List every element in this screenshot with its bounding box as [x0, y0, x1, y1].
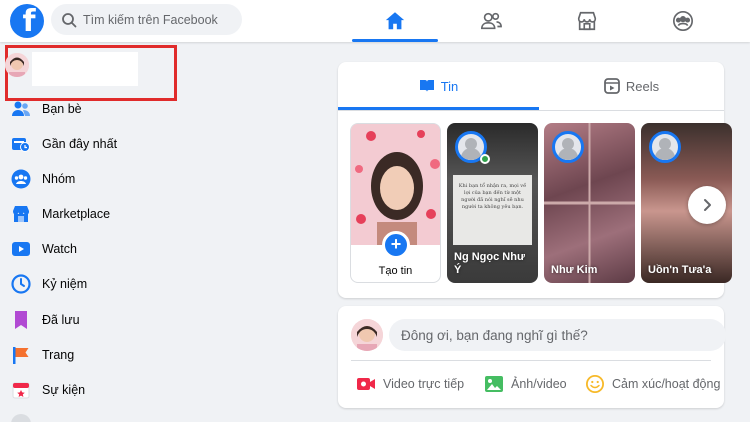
- friends-icon: [481, 12, 502, 30]
- tab-reels[interactable]: Reels: [539, 62, 724, 110]
- live-video-icon: [357, 378, 375, 390]
- avatar[interactable]: [5, 53, 29, 77]
- online-status-dot: [480, 154, 490, 164]
- create-story-label: Tạo tin: [378, 265, 413, 277]
- photo-video-label: Ảnh/video: [511, 377, 567, 391]
- sidebar-item-watch[interactable]: Watch: [11, 234, 77, 264]
- saved-icon: [11, 310, 31, 330]
- story-avatar: [649, 131, 681, 163]
- sidebar-item-recent[interactable]: Gần đây nhất: [11, 129, 117, 159]
- stories-next-button[interactable]: [688, 186, 726, 224]
- sidebar-item-label: Marketplace: [42, 207, 111, 221]
- create-story-card[interactable]: + Tạo tin: [350, 123, 441, 283]
- add-story-plus-icon[interactable]: +: [382, 231, 410, 259]
- marketplace-icon: [11, 204, 31, 224]
- story-text: Khi bạn tổ nhận ra, mọi về lợi của bạn đ…: [458, 183, 527, 210]
- search-icon: [62, 12, 77, 27]
- sidebar-item-memories[interactable]: Kỷ niệm: [11, 269, 87, 299]
- story-avatar: [552, 131, 584, 163]
- memories-icon: [11, 274, 31, 294]
- story-author-name: Uồn'n Tưa'a: [648, 264, 712, 276]
- tabs-divider: [338, 110, 724, 111]
- sidebar-item-saved[interactable]: Đã lưu: [11, 305, 80, 335]
- post-composer: Video trực tiếp Ảnh/video Cảm xúc/hoạt đ…: [338, 306, 726, 408]
- live-video-button[interactable]: Video trực tiếp: [356, 369, 464, 399]
- sidebar-item-friends[interactable]: Bạn bè: [11, 94, 82, 124]
- tab-reels-label: Reels: [625, 78, 660, 94]
- sidebar-item-label: Sự kiện: [42, 383, 86, 397]
- marketplace-icon: [577, 11, 597, 31]
- composer-divider: [351, 360, 711, 361]
- friends-icon: [11, 99, 31, 119]
- search-input[interactable]: [83, 12, 233, 27]
- profile-name[interactable]: [32, 52, 138, 86]
- tab-stories-label: Tin: [440, 78, 459, 94]
- story-card[interactable]: Khi bạn tổ nhận ra, mọi về lợi của bạn đ…: [447, 123, 538, 283]
- recent-icon: [11, 134, 31, 154]
- whats-on-your-mind-input[interactable]: [389, 319, 726, 351]
- avatar-image: [351, 319, 383, 351]
- nav-tab-marketplace[interactable]: [544, 0, 630, 42]
- pages-icon: [11, 345, 31, 365]
- facebook-logo-letter: f: [22, 4, 36, 38]
- groups-icon: [673, 11, 693, 31]
- story-author-name: Như Kim: [551, 264, 598, 276]
- chevron-right-icon: [704, 199, 711, 211]
- facebook-logo[interactable]: f: [10, 4, 44, 38]
- feeling-activity-label: Cảm xúc/hoạt động: [612, 377, 721, 391]
- sidebar-item-marketplace[interactable]: Marketplace: [11, 199, 110, 229]
- sidebar-item-pages[interactable]: Trang: [11, 340, 74, 370]
- photo-icon: [485, 376, 503, 392]
- nav-tab-groups[interactable]: [640, 0, 726, 42]
- sidebar-item-label: Bạn bè: [42, 102, 82, 116]
- feeling-activity-button[interactable]: Cảm xúc/hoạt động: [585, 369, 720, 399]
- sidebar-item-label: Watch: [42, 242, 77, 256]
- sidebar-item-label: Đã lưu: [42, 313, 80, 327]
- sidebar-item-label: Trang: [42, 348, 75, 362]
- top-navigation-bar: f: [0, 0, 750, 42]
- reels-icon: [603, 78, 620, 94]
- sidebar-item-groups[interactable]: Nhóm: [11, 164, 75, 194]
- search-box[interactable]: [51, 4, 242, 35]
- story-text-image: Khi bạn tổ nhận ra, mọi về lợi của bạn đ…: [453, 175, 532, 245]
- create-story-photo: [351, 124, 440, 245]
- tab-stories[interactable]: Tin: [338, 62, 539, 110]
- photo-video-button[interactable]: Ảnh/video: [484, 369, 567, 399]
- groups-icon: [11, 169, 31, 189]
- home-icon: [385, 12, 405, 30]
- book-icon: [419, 80, 434, 92]
- nav-tab-friends[interactable]: [448, 0, 534, 42]
- events-icon: [11, 380, 31, 400]
- avatar[interactable]: [351, 319, 383, 351]
- story-card[interactable]: Như Kim: [544, 123, 635, 283]
- feeling-icon: [586, 375, 604, 393]
- story-author-name: Ng Ngọc Như Ý: [454, 251, 525, 276]
- sidebar-item-label: Nhóm: [42, 172, 76, 186]
- avatar-image: [5, 53, 29, 77]
- sidebar-item-label: Gần đây nhất: [42, 137, 118, 151]
- live-video-label: Video trực tiếp: [383, 377, 465, 391]
- sidebar-item-events[interactable]: Sự kiện: [11, 375, 85, 405]
- sidebar-item-label: Kỷ niệm: [42, 277, 88, 291]
- watch-icon: [11, 239, 31, 259]
- stories-card: Tin Reels + Tạo tin Khi bạn tổ nhận ra, …: [338, 62, 732, 298]
- sidebar-more-icon[interactable]: [11, 414, 31, 422]
- nav-tab-home[interactable]: [352, 0, 438, 42]
